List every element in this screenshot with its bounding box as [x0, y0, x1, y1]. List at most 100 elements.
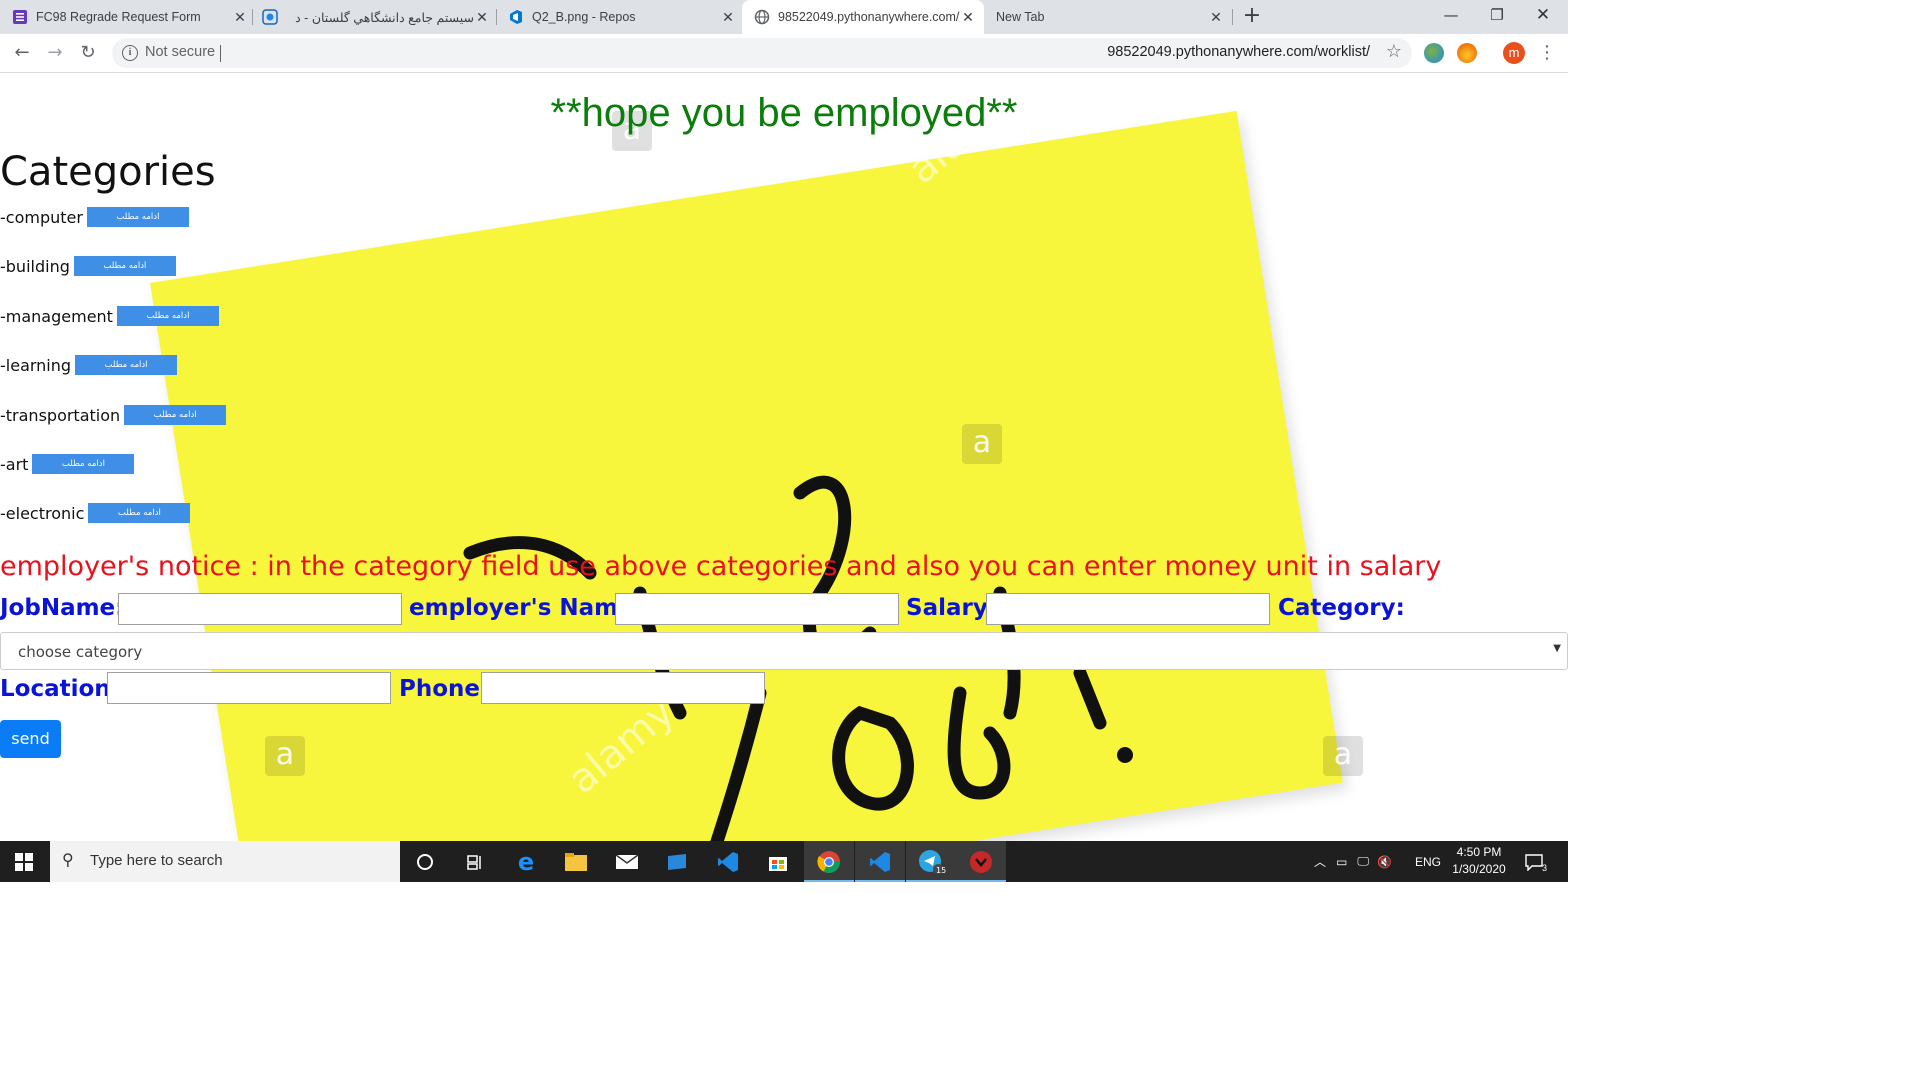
telegram-icon[interactable]: 15: [906, 841, 956, 882]
category-label: Category:: [1278, 595, 1405, 621]
windows-start-icon[interactable]: [0, 841, 48, 882]
location-input[interactable]: [107, 672, 391, 704]
tab-title: Q2_B.png - Repos: [532, 10, 636, 24]
clock-time: 4:50 PM: [1456, 845, 1502, 859]
category-row-art: -art ادامه مطلب: [0, 454, 135, 474]
phone-input[interactable]: [481, 672, 765, 704]
store-icon[interactable]: [753, 841, 803, 882]
close-tab-icon[interactable]: ✕: [960, 9, 976, 26]
background-handwriting: [463, 475, 1133, 841]
read-more-button[interactable]: ادامه مطلب: [32, 454, 135, 474]
taskbar-clock[interactable]: 4:50 PM 1/30/2020: [1444, 844, 1514, 878]
profile-avatar[interactable]: m: [1503, 42, 1525, 64]
windows-app-icon[interactable]: [652, 841, 702, 882]
battery-icon[interactable]: ▭: [1336, 855, 1347, 869]
url-text[interactable]: 98522049.pythonanywhere.com/worklist/: [1107, 44, 1370, 60]
category-label: -electronic: [0, 503, 85, 523]
category-label: -computer: [0, 207, 83, 227]
jobname-input[interactable]: [118, 593, 402, 625]
category-row-learning: -learning ادامه مطلب: [0, 355, 178, 375]
category-row-computer: -computer ادامه مطلب: [0, 207, 189, 227]
chevron-down-icon: ▼: [1553, 643, 1561, 654]
cortana-icon[interactable]: [400, 841, 450, 882]
bookmark-star-icon[interactable]: ☆: [1386, 41, 1402, 62]
category-label: -transportation: [0, 405, 121, 425]
close-tab-icon[interactable]: ✕: [1208, 9, 1224, 26]
back-arrow-icon[interactable]: ←: [8, 34, 36, 72]
tab-separator: [252, 9, 253, 25]
read-more-button[interactable]: ادامه مطلب: [86, 207, 189, 227]
tab-separator: [1232, 9, 1233, 25]
tab-separator: [496, 9, 497, 25]
restore-icon[interactable]: ❐: [1474, 0, 1520, 32]
tab-title: 98522049.pythonanywhere.com/: [778, 10, 960, 24]
category-label: -art: [0, 454, 29, 474]
windows-taskbar: ⚲ Type here to search e 15 ︿ ▭ 🖵 🔇 ENG 4…: [0, 841, 1568, 882]
send-button[interactable]: send: [0, 720, 61, 758]
minimize-icon[interactable]: —: [1428, 0, 1474, 32]
close-tab-icon[interactable]: ✕: [474, 9, 490, 26]
network-icon[interactable]: 🖵: [1357, 854, 1369, 869]
notifications-icon[interactable]: 3: [1524, 841, 1554, 882]
employer-name-input[interactable]: [615, 593, 899, 625]
menu-dots-icon[interactable]: ⋮: [1538, 34, 1556, 72]
extension-globe-icon[interactable]: [1424, 43, 1444, 63]
taskbar-search-box[interactable]: ⚲ Type here to search: [50, 841, 400, 882]
watermark-logo: a: [962, 424, 1002, 464]
employer-notice: employer's notice : in the category fiel…: [0, 551, 1442, 582]
text-cursor: [220, 45, 221, 62]
watermark-logo: a: [1323, 736, 1363, 776]
categories-title: Categories: [0, 149, 216, 195]
tab-regrade-form[interactable]: FC98 Regrade Request Form ✕: [12, 0, 248, 34]
read-more-button[interactable]: ادامه مطلب: [75, 355, 178, 375]
read-more-button[interactable]: ادامه مطلب: [73, 256, 176, 276]
close-tab-icon[interactable]: ✕: [232, 9, 248, 26]
vscode-icon[interactable]: [703, 841, 753, 882]
file-explorer-icon[interactable]: [551, 841, 601, 882]
extension-fire-icon[interactable]: [1457, 43, 1477, 63]
category-label: -learning: [0, 355, 72, 375]
tab-golestan[interactable]: سیستم جامع دانشگاهي گلستان - د ✕: [262, 0, 490, 34]
category-select[interactable]: choose category ▼: [0, 632, 1568, 670]
edge-icon[interactable]: e: [501, 841, 551, 882]
clock-date: 1/30/2020: [1452, 862, 1506, 876]
search-icon: ⚲: [62, 850, 74, 869]
chevron-up-icon[interactable]: ︿: [1314, 853, 1326, 870]
search-placeholder: Type here to search: [90, 852, 223, 869]
phone-label: Phone:: [399, 676, 490, 702]
chrome-icon[interactable]: [804, 841, 854, 882]
task-view-icon[interactable]: [450, 841, 500, 882]
tab-pythonanywhere[interactable]: 98522049.pythonanywhere.com/ ✕: [742, 0, 984, 34]
location-label: Location:: [0, 676, 120, 702]
app-red-icon[interactable]: [956, 841, 1006, 882]
employer-name-label: employer's Name:: [409, 595, 643, 621]
address-bar[interactable]: i Not secure 98522049.pythonanywhere.com…: [112, 38, 1412, 68]
language-indicator[interactable]: ENG: [1415, 841, 1441, 882]
tab-new-tab[interactable]: New Tab ✕: [996, 0, 1224, 34]
security-indicator[interactable]: Not secure: [145, 44, 215, 60]
forward-arrow-icon[interactable]: →: [41, 34, 69, 72]
reload-icon[interactable]: ↻: [74, 34, 102, 72]
tab-title: سیستم جامع دانشگاهي گلستان - د: [295, 10, 474, 25]
page-viewport: a a a a alamy alamy **hope you be employ…: [0, 73, 1568, 841]
azure-devops-icon: [508, 9, 524, 25]
notification-count: 3: [1542, 863, 1548, 873]
salary-input[interactable]: [986, 593, 1270, 625]
mail-icon[interactable]: [602, 841, 652, 882]
category-row-building: -building ادامه مطلب: [0, 256, 176, 276]
vscode-window-icon[interactable]: [855, 841, 905, 882]
watermark-logo: a: [265, 736, 305, 776]
university-icon: [262, 9, 278, 25]
category-row-transportation: -transportation ادامه مطلب: [0, 405, 227, 425]
new-tab-button[interactable]: +: [1240, 4, 1264, 30]
info-icon[interactable]: i: [122, 45, 138, 61]
close-window-icon[interactable]: ✕: [1520, 0, 1566, 32]
read-more-button[interactable]: ادامه مطلب: [116, 306, 219, 326]
close-tab-icon[interactable]: ✕: [720, 9, 736, 26]
read-more-button[interactable]: ادامه مطلب: [124, 405, 227, 425]
category-label: -management: [0, 306, 113, 326]
volume-muted-icon[interactable]: 🔇: [1377, 855, 1392, 869]
tab-repos[interactable]: Q2_B.png - Repos ✕: [508, 0, 736, 34]
category-select-value: choose category: [18, 643, 143, 661]
read-more-button[interactable]: ادامه مطلب: [88, 503, 191, 523]
